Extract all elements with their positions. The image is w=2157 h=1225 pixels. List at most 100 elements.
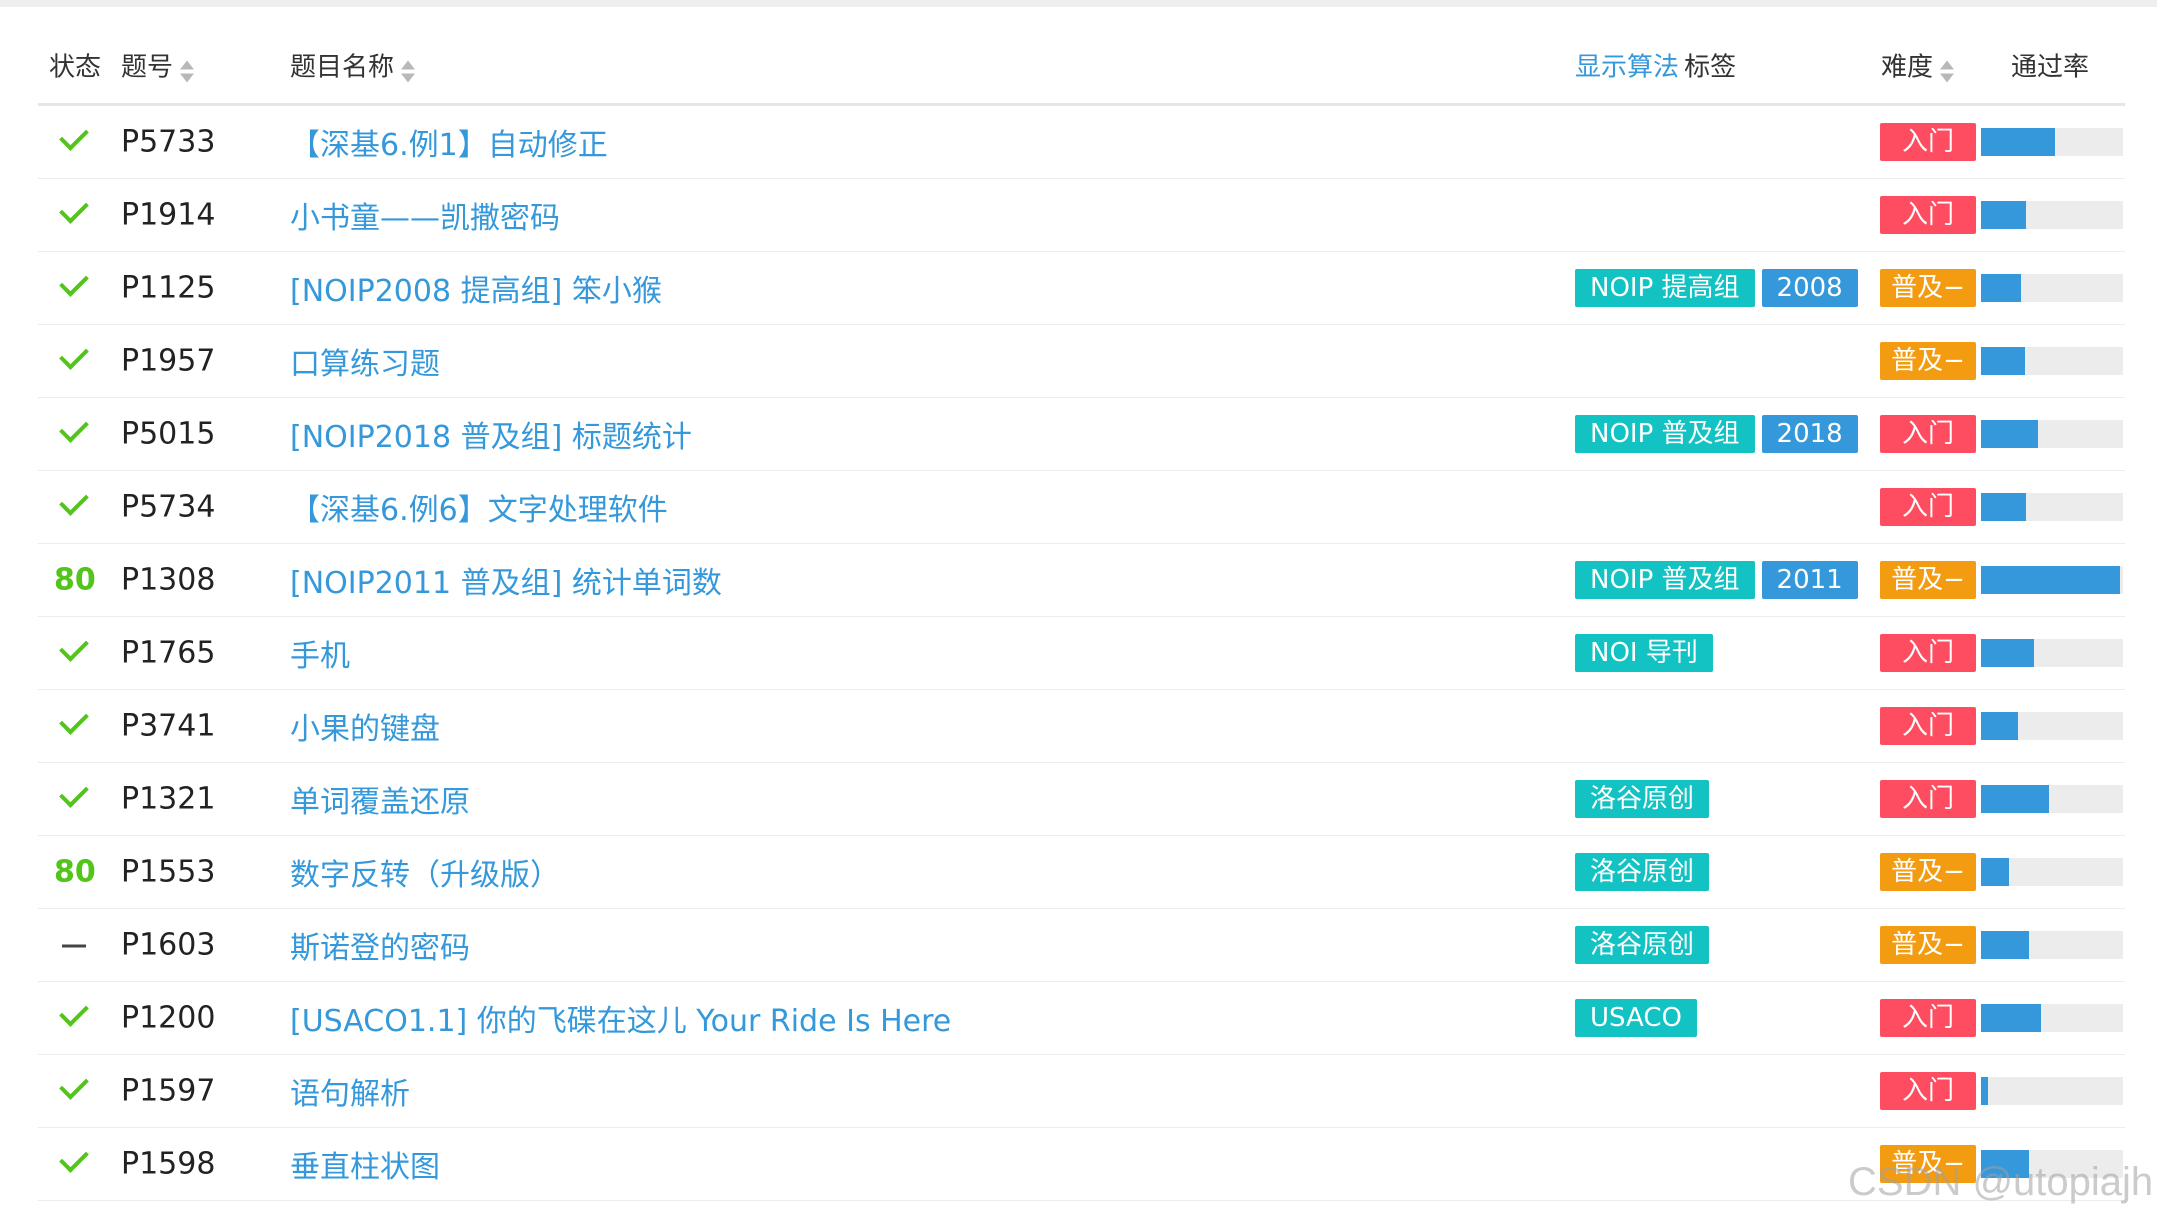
problem-id: P1598 [121, 1146, 216, 1182]
score-value: 80 [54, 562, 96, 598]
tag-badge[interactable]: 2018 [1761, 415, 1858, 453]
problem-id: P5734 [121, 489, 216, 525]
problem-tags: 洛谷原创 [1575, 926, 1710, 964]
problem-id: P1553 [121, 854, 216, 890]
pass-rate-bar [1981, 785, 2123, 813]
status-accepted [54, 194, 94, 226]
problem-title-link[interactable]: [USACO1.1] 你的飞碟在这儿 Your Ride Is Here [290, 996, 951, 1040]
table-row[interactable]: P3741 小果的键盘 入门 [38, 690, 2125, 763]
table-row[interactable]: P1597 语句解析 入门 [38, 1055, 2125, 1128]
table-row[interactable]: 80 P1308 [NOIP2011 普及组] 统计单词数 NOIP 普及组 2011 普… [38, 544, 2125, 617]
problem-title-link[interactable]: 小书童——凯撒密码 [290, 193, 560, 237]
sort-icon[interactable] [400, 59, 416, 83]
status-accepted [54, 340, 94, 372]
pass-rate-bar [1981, 274, 2123, 302]
problem-title-link[interactable]: 语句解析 [290, 1069, 410, 1113]
difficulty-badge: 普及− [1880, 561, 1976, 599]
problem-title-link[interactable]: 数字反转（升级版） [290, 850, 560, 894]
tag-badge[interactable]: 洛谷原创 [1575, 926, 1710, 964]
status-pending [54, 936, 94, 955]
sort-icon[interactable] [179, 59, 195, 83]
show-algorithms-link[interactable]: 显示算法 [1575, 53, 1679, 83]
pass-rate-bar [1981, 858, 2123, 886]
pass-rate-bar [1981, 347, 2123, 375]
pass-rate-fill [1981, 347, 2026, 375]
tag-badge[interactable]: 洛谷原创 [1575, 853, 1710, 891]
check-icon [59, 1070, 89, 1100]
tag-badge[interactable]: NOIP 普及组 [1575, 561, 1755, 599]
score-value: 80 [54, 854, 96, 890]
problem-tags: USACO [1575, 999, 1697, 1037]
problem-title-link[interactable]: 斯诺登的密码 [290, 923, 470, 967]
table-row[interactable]: P1603 斯诺登的密码 洛谷原创 普及− [38, 909, 2125, 982]
problem-id: P5015 [121, 416, 216, 452]
status-accepted [54, 632, 94, 664]
pass-rate-bar [1981, 1004, 2123, 1032]
header-id-label: 题号 [121, 52, 174, 83]
table-row[interactable]: P5734 【深基6.例6】文字处理软件 入门 [38, 471, 2125, 544]
status-score: 80 [54, 562, 96, 598]
pass-rate-fill [1981, 274, 2021, 302]
pass-rate-fill [1981, 566, 2121, 594]
header-pass-rate: 通过率 [2011, 52, 2090, 83]
problem-title-link[interactable]: 小果的键盘 [290, 704, 440, 748]
problem-tags: 洛谷原创 [1575, 780, 1710, 818]
problem-id: P5733 [121, 124, 216, 160]
pass-rate-bar [1981, 128, 2123, 156]
header-id-sort[interactable]: 题号 [121, 47, 195, 84]
problem-title-link[interactable]: 【深基6.例6】文字处理软件 [290, 485, 668, 529]
tag-badge[interactable]: USACO [1575, 999, 1697, 1037]
table-row[interactable]: P1598 垂直柱状图 普及− [38, 1128, 2125, 1201]
problem-title-link[interactable]: 单词覆盖还原 [290, 777, 470, 821]
problem-title-link[interactable]: 口算练习题 [290, 339, 440, 383]
problem-list: 状态 题号 题目名称 显示算法 标签 难度 通过率 P5733 【深基6.例1】自… [38, 7, 2125, 1201]
tag-badge[interactable]: NOIP 提高组 [1575, 269, 1755, 307]
pass-rate-fill [1981, 1004, 2041, 1032]
table-row[interactable]: P1125 [NOIP2008 提高组] 笨小猴 NOIP 提高组 2008 普及− [38, 252, 2125, 325]
table-row[interactable]: P1957 口算练习题 普及− [38, 325, 2125, 398]
tag-badge[interactable]: NOI 导刊 [1575, 634, 1713, 672]
problem-title-link[interactable]: 【深基6.例1】自动修正 [290, 120, 608, 164]
status-accepted [54, 778, 94, 810]
problem-id: P1765 [121, 635, 216, 671]
check-icon [59, 997, 89, 1027]
table-header: 状态 题号 题目名称 显示算法 标签 难度 通过率 [38, 7, 2125, 106]
table-row[interactable]: P1765 手机 NOI 导刊 入门 [38, 617, 2125, 690]
pass-rate-bar [1981, 201, 2123, 229]
problem-title-link[interactable]: 垂直柱状图 [290, 1142, 440, 1186]
problem-title-link[interactable]: 手机 [290, 631, 350, 675]
table-row[interactable]: 80 P1553 数字反转（升级版） 洛谷原创 普及− [38, 836, 2125, 909]
tag-badge[interactable]: NOIP 普及组 [1575, 415, 1755, 453]
problem-title-link[interactable]: [NOIP2011 普及组] 统计单词数 [290, 558, 722, 602]
check-icon [59, 121, 89, 151]
table-row[interactable]: P1914 小书童——凯撒密码 入门 [38, 179, 2125, 252]
sort-icon[interactable] [1939, 59, 1955, 83]
table-row[interactable]: P5733 【深基6.例1】自动修正 入门 [38, 106, 2125, 179]
table-row[interactable]: P5015 [NOIP2018 普及组] 标题统计 NOIP 普及组 2018 入门 [38, 398, 2125, 471]
header-difficulty-sort[interactable]: 难度 [1881, 47, 1955, 84]
problem-title-link[interactable]: [NOIP2008 提高组] 笨小猴 [290, 266, 662, 310]
problem-title-link[interactable]: [NOIP2018 普及组] 标题统计 [290, 412, 692, 456]
problem-id: P1125 [121, 270, 216, 306]
tag-badge[interactable]: 2008 [1761, 269, 1858, 307]
watermark: CSDN @utopiajh [1848, 1160, 2154, 1204]
tag-badge[interactable]: 洛谷原创 [1575, 780, 1710, 818]
header-status: 状态 [49, 52, 102, 83]
pass-rate-fill [1981, 493, 2027, 521]
check-icon [59, 413, 89, 443]
status-accepted [54, 486, 94, 518]
table-row[interactable]: P1321 单词覆盖还原 洛谷原创 入门 [38, 763, 2125, 836]
problem-id: P1597 [121, 1073, 216, 1109]
problem-tags: NOIP 提高组 2008 [1575, 269, 1858, 307]
header-difficulty-label: 难度 [1881, 52, 1934, 83]
tag-badge[interactable]: 2011 [1761, 561, 1858, 599]
status-score: 80 [54, 854, 96, 890]
problem-id: P1914 [121, 197, 216, 233]
table-row[interactable]: P1200 [USACO1.1] 你的飞碟在这儿 Your Ride Is Her… [38, 982, 2125, 1055]
pass-rate-fill [1981, 858, 2010, 886]
difficulty-badge: 普及− [1880, 853, 1976, 891]
header-title-sort[interactable]: 题目名称 [290, 47, 416, 84]
problem-tags: NOIP 普及组 2018 [1575, 415, 1858, 453]
status-accepted [54, 267, 94, 299]
top-bar [0, 0, 2157, 7]
